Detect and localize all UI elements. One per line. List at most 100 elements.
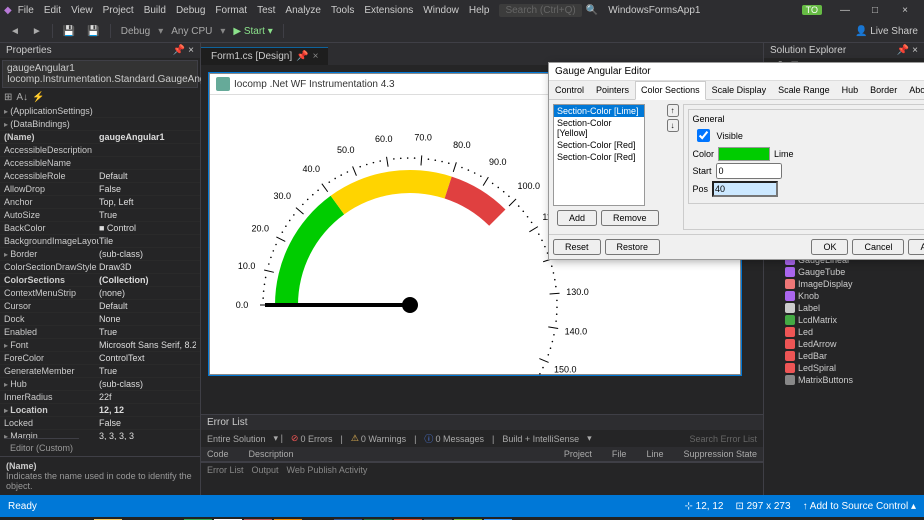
start-button[interactable]: ▶ Start ▾ xyxy=(229,25,276,38)
color-picker[interactable] xyxy=(718,147,770,161)
property-row[interactable]: (Name)gaugeAngular1 xyxy=(0,131,200,144)
property-row[interactable]: ForeColorControlText xyxy=(0,352,200,365)
list-item[interactable]: Section-Color [Yellow] xyxy=(554,117,644,139)
cancel-button[interactable]: Cancel xyxy=(852,239,904,255)
close-button[interactable]: × xyxy=(890,5,920,16)
property-row[interactable]: AccessibleName xyxy=(0,157,200,170)
tree-item[interactable]: Knob xyxy=(766,290,922,302)
property-row[interactable]: EnabledTrue xyxy=(0,326,200,339)
property-row[interactable]: AnchorTop, Left xyxy=(0,196,200,209)
menu-file[interactable]: File xyxy=(18,5,34,16)
menu-analyze[interactable]: Analyze xyxy=(285,5,321,16)
config-dropdown[interactable]: Debug xyxy=(117,25,154,38)
property-row[interactable]: Hub(sub-class) xyxy=(0,378,200,391)
pos-field[interactable] xyxy=(712,181,778,197)
property-row[interactable]: AccessibleDescription xyxy=(0,144,200,157)
quick-search[interactable]: Search (Ctrl+Q) xyxy=(499,4,581,17)
object-selector[interactable]: gaugeAngular1 Iocomp.Instrumentation.Sta… xyxy=(2,60,198,88)
save-all-icon[interactable]: 💾 xyxy=(83,25,103,38)
move-down-button[interactable]: ↓ xyxy=(667,119,679,132)
errors-filter[interactable]: ⊘0 Errors xyxy=(291,433,333,444)
restore-button[interactable]: Restore xyxy=(605,239,661,255)
property-row[interactable]: (ApplicationSettings) xyxy=(0,105,200,118)
dialog-tab[interactable]: Color Sections xyxy=(635,81,706,100)
menu-tools[interactable]: Tools xyxy=(331,5,354,16)
property-row[interactable]: GenerateMemberTrue xyxy=(0,365,200,378)
save-icon[interactable]: 💾 xyxy=(59,25,79,38)
list-item[interactable]: Section-Color [Red] xyxy=(554,139,644,151)
dialog-tab[interactable]: Hub xyxy=(836,81,865,99)
nav-fwd-icon[interactable]: ► xyxy=(28,25,46,38)
start-field[interactable] xyxy=(716,163,782,179)
menu-window[interactable]: Window xyxy=(423,5,459,16)
property-row[interactable]: DockNone xyxy=(0,313,200,326)
editor-custom-link[interactable]: Editor (Custom) xyxy=(4,438,79,457)
tab-webpublish[interactable]: Web Publish Activity xyxy=(287,465,368,475)
menu-format[interactable]: Format xyxy=(215,5,247,16)
apply-button[interactable]: Apply xyxy=(908,239,924,255)
property-row[interactable]: AccessibleRoleDefault xyxy=(0,170,200,183)
list-item[interactable]: Section-Color [Lime] xyxy=(554,105,644,117)
menu-build[interactable]: Build xyxy=(144,5,166,16)
menu-help[interactable]: Help xyxy=(469,5,490,16)
ok-button[interactable]: OK xyxy=(811,239,848,255)
property-row[interactable]: BackColor■ Control xyxy=(0,222,200,235)
tree-item[interactable]: MatrixButtons xyxy=(766,374,922,386)
property-row[interactable]: ColorSections(Collection) xyxy=(0,274,200,287)
property-row[interactable]: FontMicrosoft Sans Serif, 8.25pt xyxy=(0,339,200,352)
solexp-pin-icon[interactable]: 📌 × xyxy=(897,45,918,56)
property-row[interactable]: (DataBindings) xyxy=(0,118,200,131)
tree-item[interactable]: Led xyxy=(766,326,922,338)
reset-button[interactable]: Reset xyxy=(553,239,601,255)
menu-project[interactable]: Project xyxy=(103,5,134,16)
menu-extensions[interactable]: Extensions xyxy=(364,5,413,16)
search-icon[interactable]: 🔍 xyxy=(586,5,598,16)
gauge-angular-control[interactable]: 0.010.020.030.040.050.060.070.080.090.01… xyxy=(220,105,600,355)
tab-output[interactable]: Output xyxy=(252,465,279,475)
maximize-button[interactable]: □ xyxy=(860,5,890,16)
move-up-button[interactable]: ↑ xyxy=(667,104,679,117)
menu-edit[interactable]: Edit xyxy=(44,5,61,16)
property-row[interactable]: Location12, 12 xyxy=(0,404,200,417)
warnings-filter[interactable]: ⚠0 Warnings xyxy=(351,433,406,444)
alpha-icon[interactable]: A↓ xyxy=(16,92,28,103)
minimize-button[interactable]: — xyxy=(830,5,860,16)
property-row[interactable]: AutoSizeTrue xyxy=(0,209,200,222)
property-grid[interactable]: (ApplicationSettings)(DataBindings)(Name… xyxy=(0,105,200,440)
tree-item[interactable]: ImageDisplay xyxy=(766,278,922,290)
property-row[interactable]: Border(sub-class) xyxy=(0,248,200,261)
dialog-tab[interactable]: Scale Display xyxy=(706,81,773,99)
tree-item[interactable]: LcdMatrix xyxy=(766,314,922,326)
panel-pin-icon[interactable]: 📌 × xyxy=(173,45,194,56)
user-badge[interactable]: TO xyxy=(802,5,822,15)
scope-dropdown[interactable]: Entire Solution xyxy=(207,434,266,444)
property-row[interactable]: CursorDefault xyxy=(0,300,200,313)
remove-button[interactable]: Remove xyxy=(601,210,659,226)
property-row[interactable]: BackgroundImageLayoutTile xyxy=(0,235,200,248)
property-row[interactable]: AllowDropFalse xyxy=(0,183,200,196)
add-button[interactable]: Add xyxy=(557,210,597,226)
property-row[interactable]: LockedFalse xyxy=(0,417,200,430)
property-row[interactable]: InnerRadius22f xyxy=(0,391,200,404)
property-row[interactable]: ContextMenuStrip(none) xyxy=(0,287,200,300)
categorized-icon[interactable]: ⊞ xyxy=(4,92,12,103)
dialog-tab[interactable]: About xyxy=(903,81,924,99)
tree-item[interactable]: Label xyxy=(766,302,922,314)
tab-close-icon[interactable]: × xyxy=(313,51,319,62)
menu-debug[interactable]: Debug xyxy=(176,5,205,16)
build-filter[interactable]: Build + IntelliSense xyxy=(502,434,579,444)
tab-designer[interactable]: Form1.cs [Design]📌× xyxy=(201,47,328,65)
dialog-tab[interactable]: Border xyxy=(864,81,903,99)
events-icon[interactable]: ⚡ xyxy=(32,92,44,103)
list-item[interactable]: Section-Color [Red] xyxy=(554,151,644,163)
tab-pin-icon[interactable]: 📌 xyxy=(296,51,308,62)
error-search[interactable]: Search Error List xyxy=(689,434,757,444)
section-list[interactable]: Section-Color [Lime]Section-Color [Yello… xyxy=(553,104,645,206)
tree-item[interactable]: LedSpiral xyxy=(766,362,922,374)
dialog-tab[interactable]: Scale Range xyxy=(772,81,836,99)
dialog-tab[interactable]: Control xyxy=(549,81,590,99)
tree-item[interactable]: GaugeTube xyxy=(766,266,922,278)
visible-checkbox[interactable] xyxy=(697,129,710,142)
liveshare-button[interactable]: 👤 Live Share xyxy=(855,26,918,37)
property-row[interactable]: ColorSectionDrawStyleDraw3D xyxy=(0,261,200,274)
